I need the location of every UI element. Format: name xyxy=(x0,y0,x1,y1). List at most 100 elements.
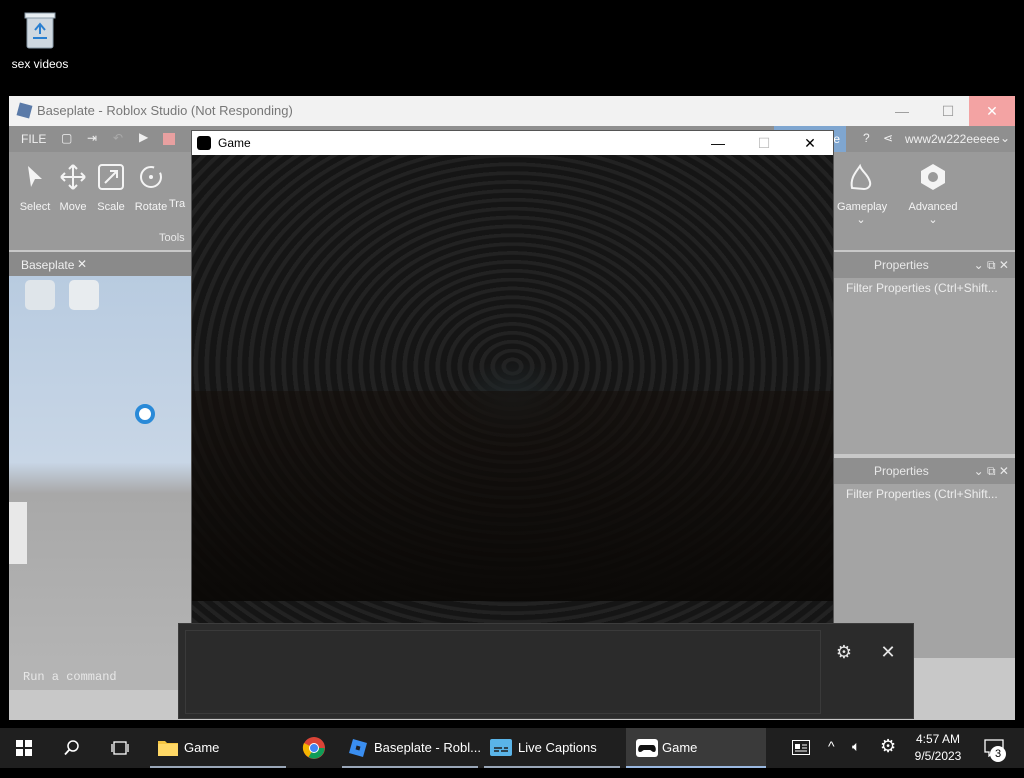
properties-panel-1-header[interactable]: Properties ⌄ ⧉ ✕ xyxy=(834,252,1015,278)
properties-filter-2[interactable]: Filter Properties (Ctrl+Shift... xyxy=(834,484,1015,504)
close-tab-icon[interactable]: ✕ xyxy=(77,257,87,271)
game-controller-icon xyxy=(197,136,211,150)
taskbar-item-game-folder[interactable]: Game xyxy=(150,728,286,768)
captions-text-area xyxy=(185,630,821,714)
minimize-button[interactable]: — xyxy=(879,96,925,126)
recycle-bin-desktop-icon[interactable]: sex videos xyxy=(8,8,72,78)
taskbar-item-chrome[interactable] xyxy=(292,728,336,768)
notifications-button[interactable]: 3 xyxy=(982,728,1018,768)
taskbar-item-live-captions[interactable]: Live Captions xyxy=(484,728,620,768)
move-tool-label: Move xyxy=(59,201,87,213)
news-icon xyxy=(792,740,810,755)
stop-icon[interactable] xyxy=(163,133,175,145)
studio-window-title: Baseplate - Roblox Studio (Not Respondin… xyxy=(37,103,293,118)
play-icon[interactable]: ▶ xyxy=(139,130,148,144)
advanced-icon xyxy=(921,164,945,190)
advanced-dropdown-icon: ⌄ xyxy=(928,214,938,226)
live-captions-window: ⚙ ✕ xyxy=(178,623,914,719)
properties-filter-1[interactable]: Filter Properties (Ctrl+Shift... xyxy=(834,278,1015,298)
game-window-title: Game xyxy=(218,136,251,150)
scale-icon xyxy=(98,164,124,190)
game-titlebar[interactable]: Game — ☐ ✕ xyxy=(192,131,833,155)
studio-viewport[interactable] xyxy=(9,276,199,664)
spawn-location-icon xyxy=(135,404,155,424)
select-tool[interactable]: Select xyxy=(15,162,55,213)
scale-tool-label: Scale xyxy=(97,201,125,213)
studio-titlebar[interactable]: Baseplate - Roblox Studio (Not Respondin… xyxy=(9,96,1015,126)
rotate-tool[interactable]: Rotate xyxy=(131,162,171,213)
captions-close-button[interactable]: ✕ xyxy=(874,638,902,666)
file-menu[interactable]: FILE xyxy=(21,132,46,146)
taskbar-item-game[interactable]: Game xyxy=(626,728,766,768)
advanced-label: Advanced xyxy=(908,201,958,213)
gameplay-label: Gameplay xyxy=(837,201,888,213)
maximize-button[interactable]: ☐ xyxy=(925,96,971,126)
viewport-tab[interactable]: Baseplate ✕ xyxy=(9,252,199,276)
transform-tool[interactable]: Tra xyxy=(169,162,191,210)
show-hidden-icons-button[interactable]: ^ xyxy=(828,738,835,778)
properties-panel-2-header[interactable]: Properties ⌄ ⧉ ✕ xyxy=(834,458,1015,484)
taskbar-live-captions-label: Live Captions xyxy=(518,740,597,755)
taskbar-game-folder-label: Game xyxy=(184,740,220,755)
properties-panel-1: Properties ⌄ ⧉ ✕ Filter Properties (Ctrl+… xyxy=(834,252,1015,454)
baseplate-tab-label: Baseplate xyxy=(21,258,75,272)
panel-controls-1-icon[interactable]: ⌄ ⧉ ✕ xyxy=(974,252,1009,278)
new-file-icon[interactable]: ▢ xyxy=(61,131,72,145)
recycle-bin-icon xyxy=(24,12,56,49)
taskbar-item-roblox-studio[interactable]: Baseplate - Robl... xyxy=(342,728,481,768)
clock[interactable]: 4:57 AM 9/5/2023 xyxy=(906,728,970,771)
block-part[interactable] xyxy=(9,502,27,564)
rotate-icon xyxy=(140,166,162,188)
panel-controls-2-icon[interactable]: ⌄ ⧉ ✕ xyxy=(974,458,1009,484)
folder-icon xyxy=(158,741,178,756)
username-label[interactable]: www2w222eeeee xyxy=(905,132,1000,146)
gameplay-icon xyxy=(850,163,872,191)
move-tool[interactable]: Move xyxy=(53,162,93,213)
taskbar: Game Baseplate - Robl... Live Captions G… xyxy=(0,728,1024,768)
task-view-icon xyxy=(111,741,129,755)
game-window: Game — ☐ ✕ xyxy=(191,130,834,626)
help-icon[interactable]: ? xyxy=(863,131,870,145)
settings-gear-icon[interactable]: ⚙ xyxy=(880,736,896,776)
scale-tool[interactable]: Scale xyxy=(91,162,131,213)
start-button[interactable] xyxy=(0,728,48,768)
news-widget-button[interactable] xyxy=(786,728,816,768)
game-controller-icon xyxy=(636,739,658,757)
gameplay-dropdown-icon: ⌄ xyxy=(856,214,866,226)
properties-title-1: Properties xyxy=(874,258,929,272)
game-close-button[interactable]: ✕ xyxy=(787,131,833,155)
taskbar-roblox-studio-label: Baseplate - Robl... xyxy=(374,740,481,755)
search-icon xyxy=(64,740,79,756)
undo-icon[interactable]: ↶ xyxy=(113,131,123,145)
roblox-studio-icon xyxy=(349,739,367,757)
chat-icon[interactable] xyxy=(69,280,99,310)
share-icon[interactable]: ⋖ xyxy=(883,131,893,145)
volume-icon[interactable]: 🔈︎ xyxy=(852,738,860,778)
search-button[interactable] xyxy=(48,728,96,768)
game-floor xyxy=(192,391,833,601)
task-view-button[interactable] xyxy=(96,728,144,768)
command-input[interactable]: Run a command xyxy=(23,670,117,684)
advanced-button[interactable]: Advanced ⌄ xyxy=(906,162,960,226)
clock-time: 4:57 AM xyxy=(915,732,961,746)
chrome-icon xyxy=(302,737,325,759)
close-button[interactable]: ✕ xyxy=(969,96,1015,126)
notification-count-badge: 3 xyxy=(990,746,1006,762)
transform-icon xyxy=(169,162,191,192)
recycle-bin-label: sex videos xyxy=(11,57,69,71)
command-bar[interactable]: Run a command xyxy=(9,664,179,690)
properties-title-2: Properties xyxy=(874,464,929,478)
roblox-studio-logo-icon xyxy=(16,102,33,119)
chevron-down-icon[interactable]: ⌄ xyxy=(1000,131,1010,145)
rotate-tool-label: Rotate xyxy=(134,201,168,213)
transform-tool-label: Tra xyxy=(169,198,186,210)
game-minimize-button[interactable]: — xyxy=(695,131,741,155)
cursor-icon xyxy=(28,166,42,187)
gameplay-button[interactable]: Gameplay ⌄ xyxy=(837,162,888,226)
open-file-icon[interactable]: ⇥ xyxy=(87,131,97,145)
windows-icon xyxy=(16,740,32,756)
select-tool-label: Select xyxy=(19,201,51,213)
captions-settings-button[interactable]: ⚙ xyxy=(830,638,858,666)
roblox-logo-icon[interactable] xyxy=(25,280,55,310)
game-maximize-button[interactable]: ☐ xyxy=(741,131,787,155)
